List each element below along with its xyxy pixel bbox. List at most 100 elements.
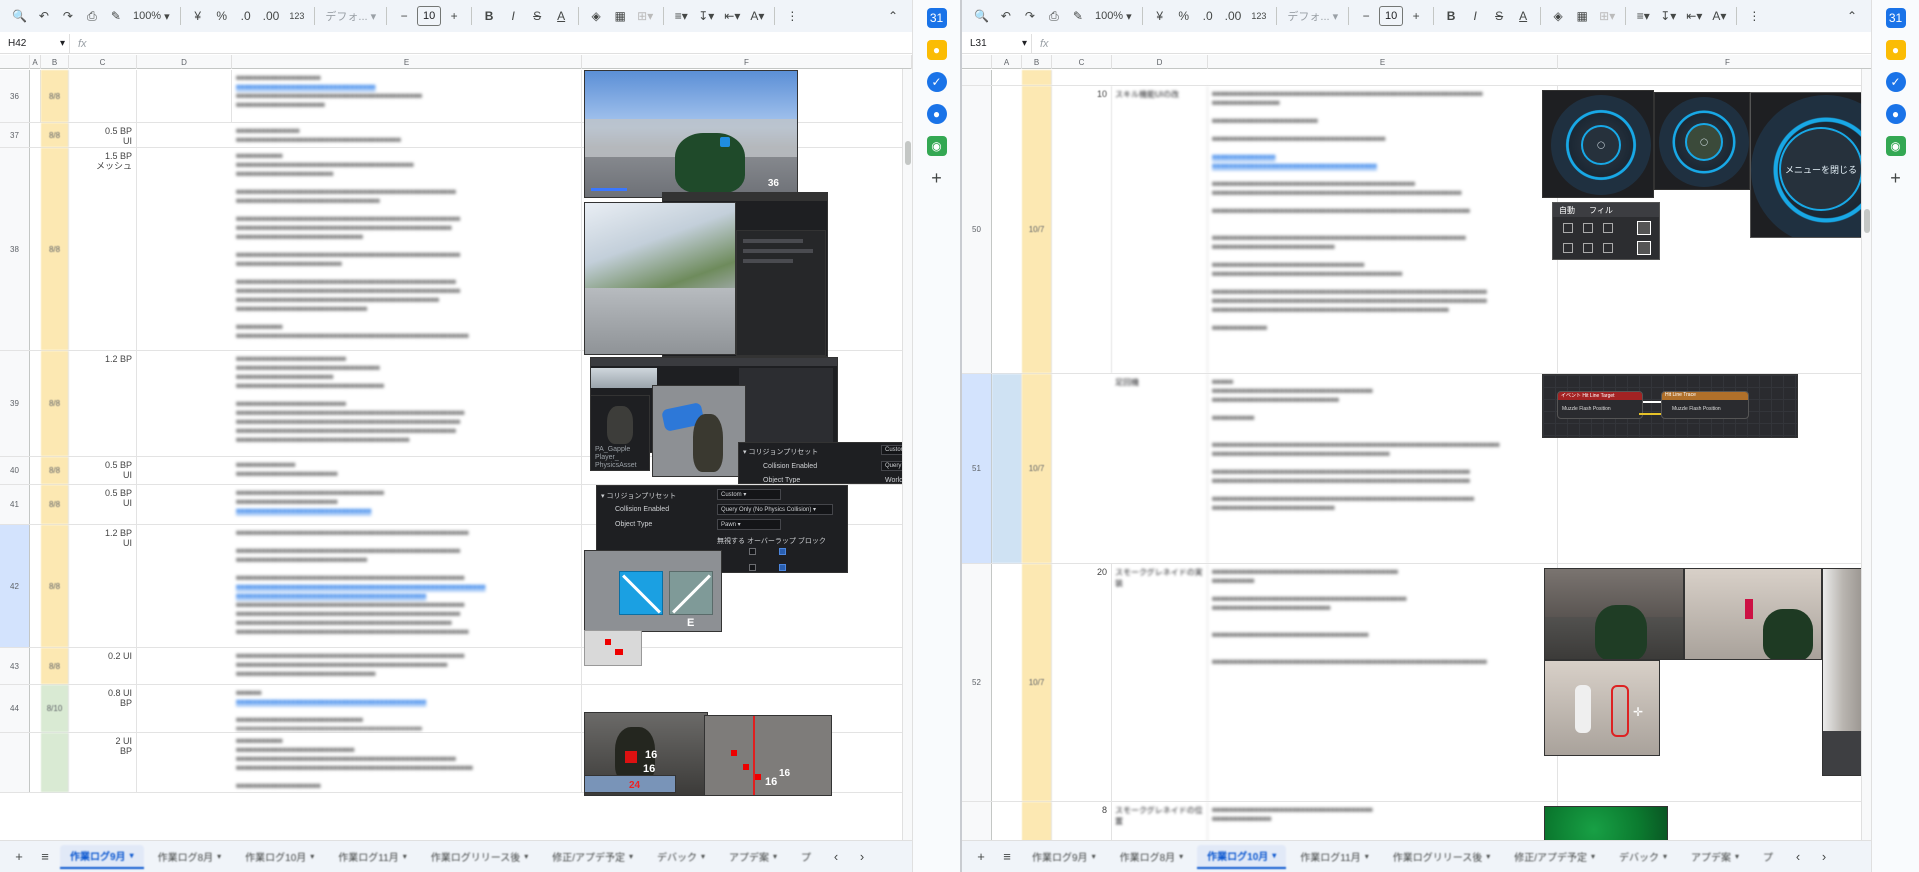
zoom-select[interactable]: 100% ▾ bbox=[129, 4, 174, 28]
notes-cell[interactable]: ■■■■■■■■■■■■■■■■■■■■■■■■■■■■■■■■■■■■■■■■… bbox=[1208, 86, 1558, 373]
row-header[interactable]: 38 bbox=[0, 148, 30, 350]
align-left-icon[interactable] bbox=[1563, 223, 1573, 233]
column-header-d[interactable]: D bbox=[1112, 55, 1208, 69]
decrease-decimal-button[interactable]: .0 bbox=[235, 4, 257, 28]
notes-cell[interactable]: ■■■■■■■■■■■■■■■■■■■■■■■■■■■■■■■■■■■■■■■■… bbox=[232, 123, 582, 147]
horizontal-align-icon[interactable]: ≡▾ bbox=[670, 4, 692, 28]
notes-cell[interactable]: ■■■■■■■■■■■■■■■■■■■■■■■■■■■■■■■■■■■■■■■■… bbox=[232, 485, 582, 524]
tasks-icon[interactable]: ✓ bbox=[1885, 72, 1906, 92]
chevron-left-icon[interactable]: ‹ bbox=[825, 846, 847, 868]
date-cell[interactable]: 8/8 bbox=[41, 148, 69, 350]
text-rotate-icon[interactable]: A▾ bbox=[746, 4, 768, 28]
collapse-toolbar-icon[interactable]: ⌃ bbox=[1841, 4, 1863, 28]
more-options-icon[interactable]: ⋮ bbox=[1743, 4, 1765, 28]
align-bottom-icon[interactable] bbox=[1603, 243, 1613, 253]
smoke-screenshot-1[interactable] bbox=[1544, 568, 1684, 660]
name-box[interactable]: H42 ▾ bbox=[0, 33, 70, 54]
sheet-tab[interactable]: アプデ案 ▾ bbox=[719, 845, 787, 869]
vertical-align-icon[interactable]: ↧▾ bbox=[694, 4, 718, 28]
print-icon[interactable]: ⎙ bbox=[81, 4, 103, 28]
row-header[interactable]: 36 bbox=[0, 70, 30, 122]
game-screenshot-building[interactable] bbox=[584, 202, 736, 355]
row-header[interactable]: 52 bbox=[962, 564, 992, 801]
row-header[interactable] bbox=[962, 70, 992, 85]
sheet-tab[interactable]: アプデ案 ▾ bbox=[1681, 845, 1749, 869]
sheet-grid[interactable]: A B C D E F 50 10/7 10 スキル機能UIの改 ■■■■■■■… bbox=[962, 55, 1871, 840]
notes-cell[interactable]: ■■■■■■■■■■■■■■■■■■■■■■■■■■■■■■■■■■■■■■■■… bbox=[232, 525, 582, 647]
date-cell[interactable]: 8/8 bbox=[41, 648, 69, 684]
row-header[interactable] bbox=[962, 802, 992, 840]
vertical-scrollbar[interactable] bbox=[1861, 69, 1871, 840]
hit-marker-preview[interactable] bbox=[584, 630, 642, 666]
text-wrap-icon[interactable]: ⇤▾ bbox=[1682, 4, 1706, 28]
notes-cell[interactable]: ■■■■■■■■■■■■■■■■■■■■■■■■■■■■■■■■■■■■■■■■… bbox=[232, 685, 582, 732]
preset-dropdown[interactable]: Custom ▾ bbox=[717, 489, 781, 500]
keep-icon[interactable]: ● bbox=[926, 40, 947, 60]
redo-icon[interactable]: ↷ bbox=[57, 4, 79, 28]
sheet-tab[interactable]: 作業ログ11月 ▾ bbox=[328, 845, 416, 869]
asset-thumbnail[interactable]: PA_Gapple Player_ PhysicsAsset bbox=[590, 395, 650, 471]
paint-format-icon[interactable]: ✎ bbox=[1067, 4, 1089, 28]
font-size-decrease-button[interactable]: − bbox=[1355, 4, 1377, 28]
sheet-tab[interactable]: 作業ログ8月 ▾ bbox=[1110, 845, 1194, 869]
object-type-dropdown[interactable]: Pawn ▾ bbox=[717, 519, 781, 530]
date-cell[interactable]: 10/7 bbox=[1022, 564, 1052, 801]
row-header[interactable]: 40 bbox=[0, 457, 30, 484]
borders-icon[interactable]: ▦ bbox=[1571, 4, 1593, 28]
sheet-tab[interactable]: 作業ログ10月 ▾ bbox=[235, 845, 324, 869]
tasks-icon[interactable]: ✓ bbox=[926, 72, 947, 92]
sheet-tab[interactable]: 修正/アプデ予定 ▾ bbox=[542, 845, 643, 869]
fill-color-icon[interactable]: ◈ bbox=[585, 4, 607, 28]
horizontal-align-icon[interactable]: ≡▾ bbox=[1632, 4, 1654, 28]
damage-number-screenshot-3[interactable]: 24 bbox=[584, 775, 676, 793]
column-header-f[interactable]: F bbox=[1558, 55, 1871, 69]
select-all-corner[interactable] bbox=[0, 55, 30, 69]
print-icon[interactable]: ⎙ bbox=[1043, 4, 1065, 28]
name-box[interactable]: L31 ▾ bbox=[962, 33, 1032, 54]
smoke-screenshot-5[interactable] bbox=[1544, 806, 1668, 840]
hours-cell[interactable]: 1.2 BP bbox=[69, 351, 137, 456]
scroll-thumb[interactable] bbox=[1864, 209, 1870, 233]
fill-color-icon[interactable]: ◈ bbox=[1547, 4, 1569, 28]
column-header-f[interactable]: F bbox=[582, 55, 912, 69]
row-header[interactable]: 50 bbox=[962, 86, 992, 373]
chevron-left-icon[interactable]: ‹ bbox=[1787, 846, 1809, 868]
column-header-b[interactable]: B bbox=[1022, 55, 1052, 69]
currency-button[interactable]: ¥ bbox=[187, 4, 209, 28]
align-top-icon[interactable] bbox=[1563, 243, 1573, 253]
sheet-tab[interactable]: 作業ログリリース後 ▾ bbox=[421, 845, 539, 869]
hours-cell[interactable]: 0.5 BP UI bbox=[69, 485, 137, 524]
overlap-checkbox[interactable] bbox=[749, 564, 756, 571]
interact-key-prompt[interactable]: E bbox=[584, 550, 722, 632]
currency-button[interactable]: ¥ bbox=[1149, 4, 1171, 28]
row-header[interactable]: 44 bbox=[0, 685, 30, 732]
sheet-tab[interactable]: デバック ▾ bbox=[647, 845, 715, 869]
merge-cells-icon[interactable]: ⊞▾ bbox=[633, 4, 657, 28]
bold-icon[interactable]: B bbox=[1440, 4, 1462, 28]
fill-tab[interactable]: フィル bbox=[1589, 205, 1613, 216]
font-size-increase-button[interactable]: + bbox=[443, 4, 465, 28]
font-size-decrease-button[interactable]: − bbox=[393, 4, 415, 28]
sheet-tab[interactable]: 作業ログ11月 ▾ bbox=[1290, 845, 1378, 869]
hours-cell[interactable]: 0.5 BP UI bbox=[69, 123, 137, 147]
date-cell[interactable]: 10/7 bbox=[1022, 86, 1052, 373]
block-checkbox[interactable] bbox=[779, 564, 786, 571]
date-cell[interactable] bbox=[1022, 802, 1052, 840]
align-fill-icon[interactable] bbox=[1637, 221, 1651, 235]
task-cell[interactable]: スモークグレネイドの位置 bbox=[1112, 802, 1208, 840]
blueprint-graph[interactable]: イベント Hit Line Target Muzzle Flash Positi… bbox=[1542, 374, 1798, 438]
date-cell[interactable]: 8/10 bbox=[41, 685, 69, 732]
vertical-scrollbar[interactable] bbox=[902, 69, 912, 840]
alignment-panel[interactable]: 自動 フィル bbox=[1552, 202, 1660, 260]
text-color-icon[interactable]: A bbox=[1512, 4, 1534, 28]
sheet-grid[interactable]: A B C D E F 36 8/8 ■■■■■■■■■■■■■■■■■■■■ ■… bbox=[0, 55, 912, 840]
details-panel[interactable] bbox=[736, 230, 826, 356]
cell[interactable] bbox=[992, 374, 1022, 563]
notes-cell[interactable]: ■■■■■■■■■■■■■■■■■■■■■■■■■■■■■■■■■■■■■■■■… bbox=[232, 70, 582, 122]
undo-icon[interactable]: ↶ bbox=[995, 4, 1017, 28]
zoom-select[interactable]: 100% ▾ bbox=[1091, 4, 1136, 28]
add-addon-icon[interactable]: + bbox=[1886, 168, 1906, 188]
overlap-checkbox[interactable] bbox=[749, 548, 756, 555]
smoke-screenshot-2[interactable] bbox=[1684, 568, 1822, 660]
hours-cell[interactable]: 0.2 UI bbox=[69, 648, 137, 684]
